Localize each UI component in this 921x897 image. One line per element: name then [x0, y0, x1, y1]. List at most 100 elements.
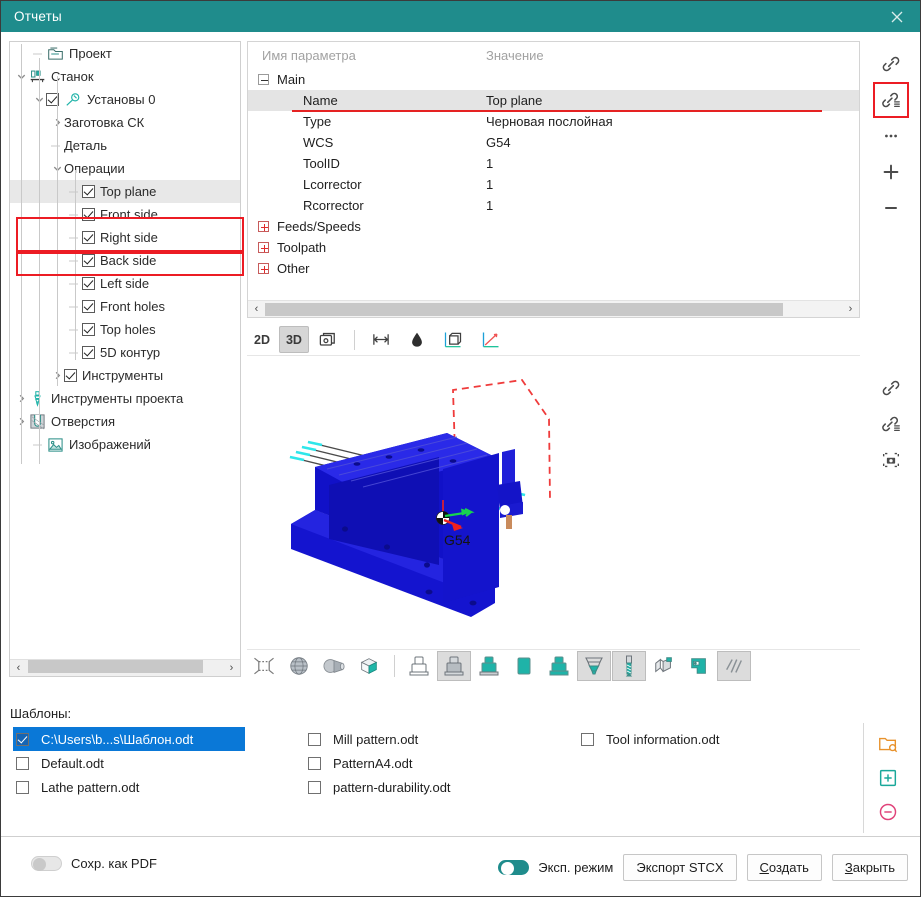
parameter-row[interactable]: WCSG54 — [248, 132, 859, 153]
solid-cube-button[interactable] — [352, 651, 386, 681]
template-item[interactable]: Tool information.odt — [578, 727, 719, 751]
model-viewport[interactable]: G54 — [247, 357, 860, 647]
template-checkbox[interactable] — [581, 733, 594, 746]
params-scroll-right-arrow[interactable]: › — [842, 301, 859, 318]
viewport-link-button[interactable] — [874, 371, 908, 405]
parameter-row[interactable]: NameTop plane — [248, 90, 859, 111]
create-button[interactable]: Создать — [747, 854, 822, 881]
save-pdf-toggle-group[interactable]: Сохр. как PDF — [31, 856, 157, 871]
close-dialog-button[interactable]: Закрыть — [832, 854, 908, 881]
tree-item-операции[interactable]: Операции — [10, 157, 240, 180]
parameter-row[interactable]: Feeds/Speeds — [248, 216, 859, 237]
tree-item-checkbox[interactable] — [82, 300, 95, 313]
param-add-button[interactable] — [874, 155, 908, 189]
drill-bit-button[interactable] — [612, 651, 646, 681]
tree-item-top-holes[interactable]: Top holes — [10, 318, 240, 341]
browse-template-button[interactable] — [871, 727, 905, 761]
tool-holder-2-button[interactable] — [437, 651, 471, 681]
template-item[interactable]: pattern-durability.odt — [305, 775, 451, 799]
tree-item-checkbox[interactable] — [82, 231, 95, 244]
template-checkbox[interactable] — [308, 757, 321, 770]
remove-template-button[interactable] — [871, 795, 905, 829]
render-preview-button[interactable] — [311, 326, 344, 353]
tree-item-инструменты[interactable]: Инструменты — [10, 364, 240, 387]
viewport-snapshot-button[interactable] — [874, 443, 908, 477]
tree-item-checkbox[interactable] — [64, 369, 77, 382]
tree-item-изображений[interactable]: Изображений — [10, 433, 240, 456]
bounding-box-button[interactable] — [435, 326, 471, 353]
tree-item-checkbox[interactable] — [82, 346, 95, 359]
tree-horizontal-scrollbar[interactable]: ‹ › — [10, 659, 240, 676]
tree-scroll-thumb[interactable] — [28, 660, 203, 673]
fixture-button[interactable] — [647, 651, 681, 681]
tree-item-front-side[interactable]: Front side — [10, 203, 240, 226]
tree-item-checkbox[interactable] — [82, 185, 95, 198]
hatch-button[interactable] — [717, 651, 751, 681]
tree-scroll-track[interactable] — [27, 660, 223, 677]
parameter-row[interactable]: Toolpath — [248, 237, 859, 258]
tree-item-инструменты-проекта[interactable]: Инструменты проекта — [10, 387, 240, 410]
exp-mode-toggle-group[interactable]: Эксп. режим — [498, 860, 613, 875]
tool-holder-3-button[interactable] — [472, 651, 506, 681]
exp-mode-toggle[interactable] — [498, 860, 529, 875]
expand-icon[interactable] — [258, 263, 269, 274]
tree-item-установы-0[interactable]: Установы 0 — [10, 88, 240, 111]
template-checkbox[interactable] — [16, 733, 29, 746]
parameter-row[interactable]: Main — [248, 69, 859, 90]
param-more-button[interactable] — [874, 119, 908, 153]
coolant-button[interactable] — [401, 326, 433, 353]
tool-holder-4-button[interactable] — [507, 651, 541, 681]
view-3d-button[interactable]: 3D — [279, 326, 309, 353]
params-scroll-thumb[interactable] — [265, 303, 783, 316]
collapse-icon[interactable] — [258, 74, 269, 85]
template-checkbox[interactable] — [16, 781, 29, 794]
globe-button[interactable] — [282, 651, 316, 681]
viewport-link-list-button[interactable] — [874, 407, 908, 441]
template-checkbox[interactable] — [308, 781, 321, 794]
project-tree[interactable]: ПроектСтанокУстановы 0Заготовка СКДеталь… — [10, 42, 240, 652]
parameter-row[interactable]: Other — [248, 258, 859, 279]
tree-item-проект[interactable]: Проект — [10, 42, 240, 65]
tree-item-left-side[interactable]: Left side — [10, 272, 240, 295]
params-scroll-track[interactable] — [265, 303, 842, 316]
parameter-row[interactable]: ToolID1 — [248, 153, 859, 174]
parameter-row[interactable]: Lcorrector1 — [248, 174, 859, 195]
tree-item-checkbox[interactable] — [82, 323, 95, 336]
view-2d-button[interactable]: 2D — [247, 326, 277, 353]
tree-item-checkbox[interactable] — [82, 277, 95, 290]
add-template-button[interactable] — [871, 761, 905, 795]
tree-item-right-side[interactable]: Right side — [10, 226, 240, 249]
export-stcx-button[interactable]: Экспорт STCX — [623, 854, 736, 881]
parameter-row[interactable]: Rcorrector1 — [248, 195, 859, 216]
tree-item-деталь[interactable]: Деталь — [10, 134, 240, 157]
tree-item-top-plane[interactable]: Top plane — [10, 180, 240, 203]
param-link-list-button[interactable] — [874, 83, 908, 117]
tree-item-checkbox[interactable] — [82, 254, 95, 267]
template-item[interactable]: Lathe pattern.odt — [13, 775, 245, 799]
tree-item-checkbox[interactable] — [82, 208, 95, 221]
stock-frame-button[interactable] — [247, 651, 281, 681]
expand-icon[interactable] — [258, 242, 269, 253]
tree-scroll-right-arrow[interactable]: › — [223, 660, 240, 677]
template-item[interactable]: Mill pattern.odt — [305, 727, 451, 751]
template-checkbox[interactable] — [16, 757, 29, 770]
save-pdf-toggle[interactable] — [31, 856, 62, 871]
tree-scroll-left-arrow[interactable]: ‹ — [10, 660, 27, 677]
param-remove-button[interactable] — [874, 191, 908, 225]
tool-holder-1-button[interactable] — [402, 651, 436, 681]
params-scroll-left-arrow[interactable]: ‹ — [248, 301, 265, 318]
tree-item-станок[interactable]: Станок — [10, 65, 240, 88]
template-checkbox[interactable] — [308, 733, 321, 746]
toolpath-axes-button[interactable] — [473, 326, 509, 353]
tree-item-отверстия[interactable]: Отверстия — [10, 410, 240, 433]
shaded-cone-button[interactable] — [317, 651, 351, 681]
parameter-row[interactable]: TypeЧерновая послойная — [248, 111, 859, 132]
param-link-button[interactable] — [874, 47, 908, 81]
tree-item-5d-контур[interactable]: 5D контур — [10, 341, 240, 364]
measure-button[interactable] — [363, 326, 399, 353]
template-item[interactable]: PatternA4.odt — [305, 751, 451, 775]
tool-stack-button[interactable] — [577, 651, 611, 681]
template-item[interactable]: Default.odt — [13, 751, 245, 775]
tree-item-back-side[interactable]: Back side — [10, 249, 240, 272]
tool-holder-5-button[interactable] — [542, 651, 576, 681]
